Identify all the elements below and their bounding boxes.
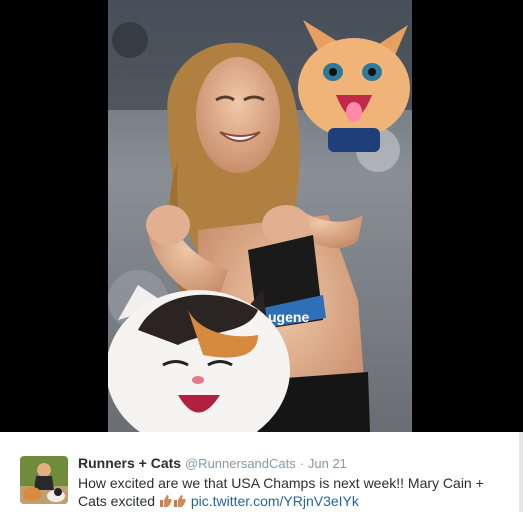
meta-separator: · [299, 456, 304, 471]
tweet-card: Runners + Cats @RunnersandCats · Jun 21 … [0, 432, 519, 512]
runners-and-cats-avatar[interactable] [20, 456, 68, 504]
runner-with-cats-photo[interactable]: ugene [108, 0, 412, 432]
author-name[interactable]: Runners + Cats [78, 455, 181, 471]
author-handle[interactable]: @RunnersandCats [185, 456, 296, 471]
tweet-header: Runners + Cats @RunnersandCats · Jun 21 [78, 455, 347, 471]
tweet-date[interactable]: Jun 21 [308, 456, 347, 471]
calico-kitten [108, 285, 290, 432]
tweet-text: How excited are we that USA Champs is ne… [78, 474, 498, 510]
bib-text: ugene [268, 309, 309, 325]
photo-link[interactable]: pic.twitter.com/YRjnV3eIYk [191, 493, 359, 509]
thumbs-up-emoji-icon [159, 494, 187, 508]
right-divider [519, 432, 523, 512]
tweet-media[interactable]: ugene [0, 0, 523, 432]
